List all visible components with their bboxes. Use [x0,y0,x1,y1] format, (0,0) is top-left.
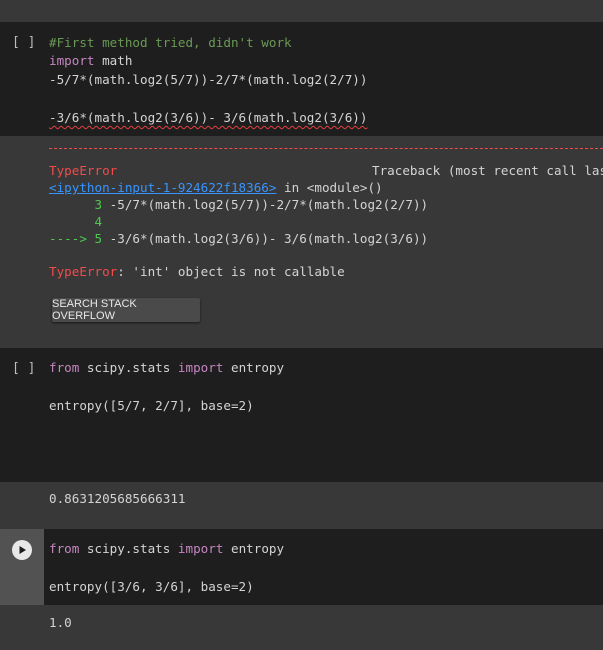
code-line-comment: #First method tried, didn't work [49,35,292,50]
error-message: TypeError: 'int' object is not callable [49,264,345,279]
traceback-location: <ipython-input-1-924622f18366> in <modul… [49,180,383,195]
cell-1-run-bracket[interactable]: [ ] [12,35,35,50]
traceback-line-3: 3 -5/7*(math.log2(5/7))-2/7*(math.log2(2… [49,197,429,212]
code-line-import: from scipy.stats import entropy [49,360,285,375]
code-line-3: -5/7*(math.log2(5/7))-2/7*(math.log2(2/7… [49,72,368,87]
traceback-header: TypeError [49,163,118,178]
cell-2-run-bracket[interactable]: [ ] [12,361,35,376]
code-line-5: -3/6*(math.log2(3/6))- 3/6(math.log2(3/6… [49,110,368,125]
ipython-input-link[interactable]: <ipython-input-1-924622f18366> [49,180,276,195]
play-icon [19,546,26,554]
code-cell-1[interactable]: [ ] #First method tried, didn't work imp… [0,22,603,136]
cell-3-gutter [0,529,44,605]
traceback-label: Traceback (most recent call last) [372,163,603,178]
code-cell-2[interactable]: [ ] from scipy.stats import entropy entr… [0,348,603,482]
cell-1-output: TypeError Traceback (most recent call la… [0,136,603,342]
code-line-call: entropy([5/7, 2/7], base=2) [49,398,254,413]
cell-3-output: 1.0 [0,605,603,641]
traceback-line-4: 4 [49,214,103,229]
traceback-line-5: ----> 5 -3/6*(math.log2(3/6))- 3/6(math.… [49,231,429,246]
code-cell-3[interactable]: from scipy.stats import entropy entropy(… [0,529,603,605]
run-cell-button[interactable] [12,540,32,560]
code-line-call: entropy([3/6, 3/6], base=2) [49,579,254,594]
cell-2-output: 0.8631205685666311 [0,482,603,528]
output-result: 1.0 [49,615,72,630]
traceback-divider [49,148,603,149]
code-line-import: import math [49,53,133,68]
search-stack-overflow-button[interactable]: SEARCH STACK OVERFLOW [52,298,200,322]
code-line-import: from scipy.stats import entropy [49,541,285,556]
output-result: 0.8631205685666311 [49,491,186,506]
